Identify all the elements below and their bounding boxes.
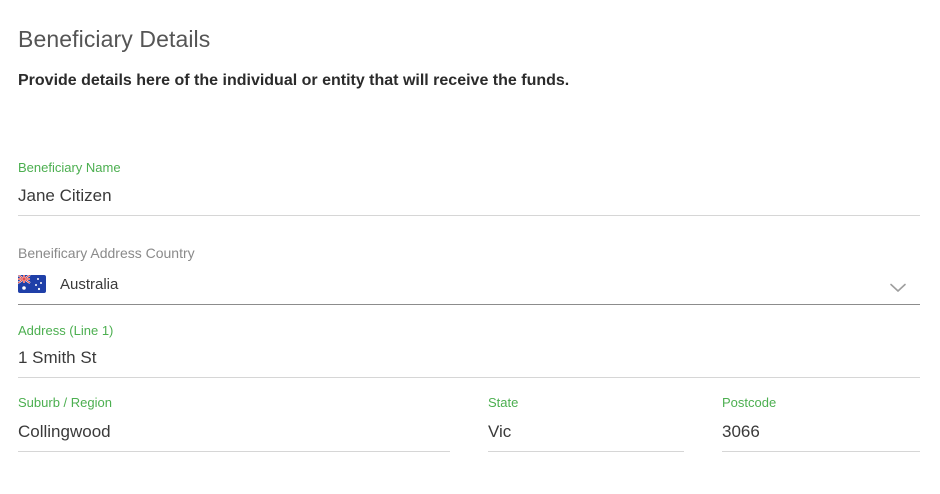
- state-label: State: [488, 395, 519, 410]
- suburb-field: Suburb / Region Collingwood: [18, 394, 450, 454]
- australia-flag-icon: [18, 275, 46, 293]
- section-description: Provide details here of the individual o…: [18, 72, 570, 89]
- suburb-underline: [18, 451, 450, 452]
- beneficiary-details-form: Beneficiary Details Provide details here…: [0, 0, 940, 494]
- address-line1-underline: [18, 377, 920, 378]
- beneficiary-name-input[interactable]: Jane Citizen: [18, 186, 112, 206]
- suburb-input[interactable]: Collingwood: [18, 422, 111, 442]
- section-title: Beneficiary Details: [18, 26, 211, 52]
- postcode-input[interactable]: 3066: [722, 422, 760, 442]
- state-field: State Vic: [488, 394, 684, 454]
- address-line1-label: Address (Line 1): [18, 323, 114, 338]
- address-country-underline: [18, 304, 920, 305]
- suburb-label: Suburb / Region: [18, 395, 112, 410]
- postcode-underline: [722, 451, 920, 452]
- address-country-value: Australia: [60, 276, 119, 293]
- state-input[interactable]: Vic: [488, 422, 511, 442]
- address-line1-field: Address (Line 1) 1 Smith St: [18, 321, 920, 381]
- beneficiary-name-label: Beneficiary Name: [18, 160, 121, 175]
- state-underline: [488, 451, 684, 452]
- address-line1-input[interactable]: 1 Smith St: [18, 348, 96, 368]
- address-country-select[interactable]: Beneificary Address Country Australia: [18, 244, 920, 306]
- beneficiary-name-field: Beneficiary Name Jane Citizen: [18, 158, 920, 218]
- postcode-field: Postcode 3066: [722, 394, 920, 454]
- beneficiary-name-underline: [18, 215, 920, 216]
- address-country-label: Beneificary Address Country: [18, 245, 195, 261]
- postcode-label: Postcode: [722, 395, 777, 410]
- chevron-down-icon[interactable]: [890, 280, 906, 292]
